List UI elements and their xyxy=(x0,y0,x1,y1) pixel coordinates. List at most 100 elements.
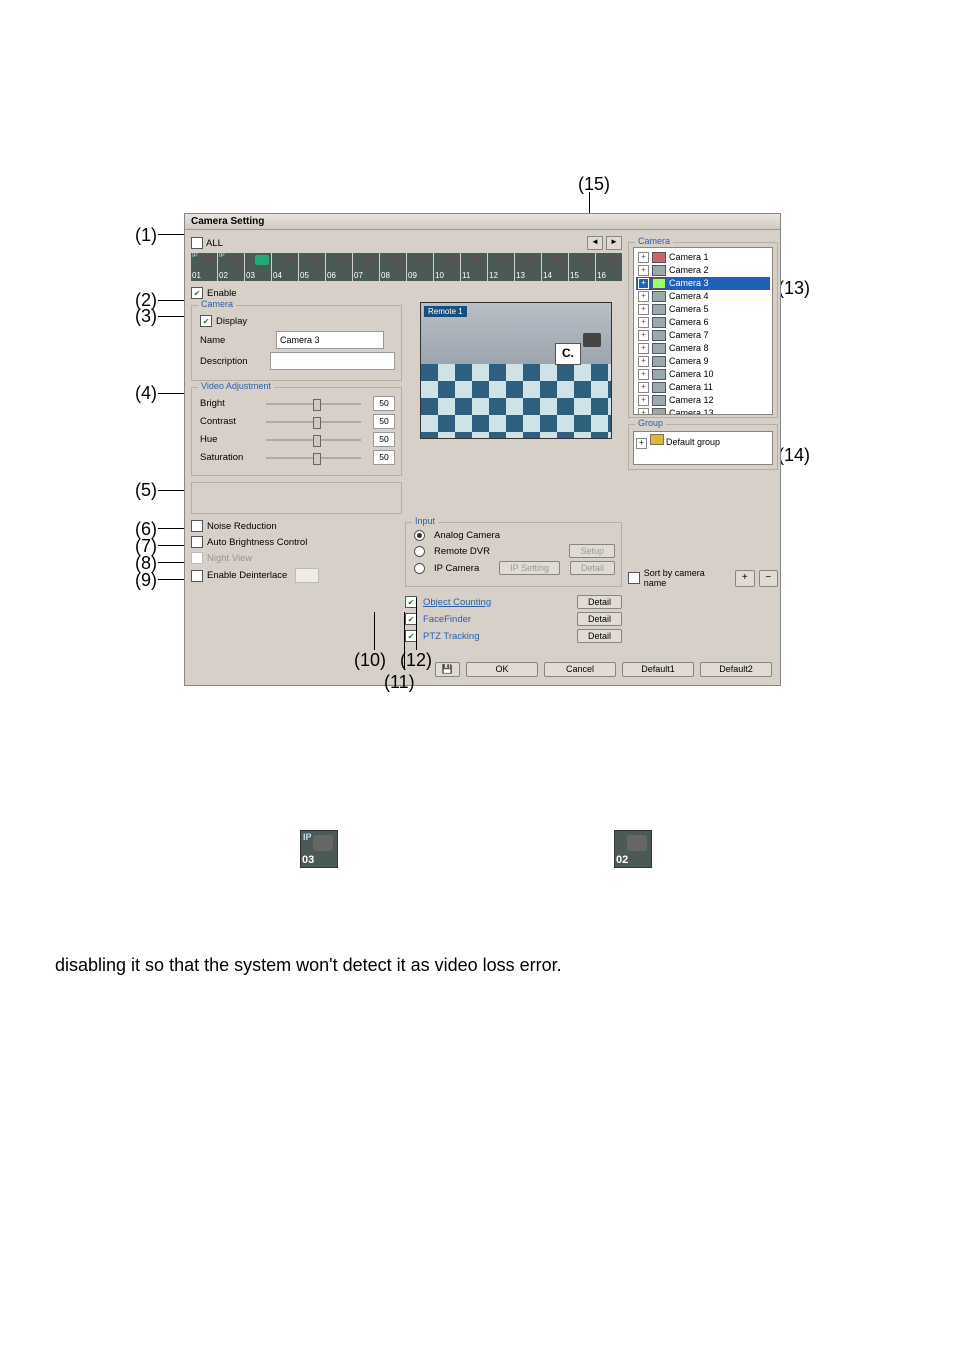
camera-thumb[interactable]: 16 xyxy=(596,253,622,281)
contrast-label: Contrast xyxy=(200,416,254,427)
snapshot-button[interactable]: 💾 xyxy=(435,662,460,677)
remotedvr-radio[interactable] xyxy=(414,546,425,557)
object-counting-label: Object Counting xyxy=(423,597,491,608)
name-label: Name xyxy=(200,335,270,346)
facefinder-detail-button[interactable]: Detail xyxy=(577,612,622,626)
camera-preview: Remote 1 C. xyxy=(420,302,612,439)
annotation-9: (9) xyxy=(135,570,157,591)
camera-thumb[interactable]: 09 xyxy=(407,253,433,281)
blank-group xyxy=(191,482,402,514)
preview-marker: C. xyxy=(555,343,581,365)
leader-line xyxy=(158,234,186,235)
camera-thumb[interactable]: 02 xyxy=(218,253,244,281)
ip-setting-button: IP Setting xyxy=(499,561,560,575)
bright-value: 50 xyxy=(373,396,395,411)
body-text: disabling it so that the system won't de… xyxy=(55,955,562,976)
group-panel: Group + Default group xyxy=(628,424,778,470)
hue-slider[interactable] xyxy=(266,439,361,441)
preview-label: Remote 1 xyxy=(424,306,467,317)
display-label: Display xyxy=(216,316,247,327)
saturation-slider[interactable] xyxy=(266,457,361,459)
camera-tree-group: Camera +Camera 1 +Camera 2 +Camera 3 +Ca… xyxy=(628,242,778,418)
big-icon-ip: 03 xyxy=(300,830,338,868)
camera-thumb[interactable]: 04 xyxy=(272,253,298,281)
input-title: Input xyxy=(412,516,438,526)
hue-value: 50 xyxy=(373,432,395,447)
bright-slider[interactable] xyxy=(266,403,361,405)
ip-detail-button: Detail xyxy=(570,561,615,575)
description-input[interactable] xyxy=(270,352,395,370)
auto-brightness-label: Auto Brightness Control xyxy=(207,537,307,548)
ipcamera-label: IP Camera xyxy=(434,563,479,574)
annotation-10: (10) xyxy=(354,650,386,671)
ipcamera-radio[interactable] xyxy=(414,563,425,574)
analog-label: Analog Camera xyxy=(434,530,500,541)
group-tree[interactable]: + Default group xyxy=(633,431,773,465)
camera-thumb[interactable]: 12 xyxy=(488,253,514,281)
camera-thumb[interactable]: 10 xyxy=(434,253,460,281)
camera-thumb[interactable]: 01 xyxy=(191,253,217,281)
default1-button[interactable]: Default1 xyxy=(622,662,694,677)
auto-brightness-checkbox[interactable] xyxy=(191,536,203,548)
remotedvr-label: Remote DVR xyxy=(434,546,490,557)
camera-thumb[interactable]: 05 xyxy=(299,253,325,281)
camera-thumb[interactable]: 14 xyxy=(542,253,568,281)
deinterlace-checkbox[interactable] xyxy=(191,570,203,582)
camera-tree-title: Camera xyxy=(635,236,673,246)
next-page-button[interactable]: ► xyxy=(606,236,622,250)
facefinder-label: FaceFinder xyxy=(423,614,471,625)
dialog-title: Camera Setting xyxy=(185,214,780,230)
camera-thumb[interactable]: 06 xyxy=(326,253,352,281)
enable-checkbox[interactable]: ✔ xyxy=(191,287,203,299)
ptz-tracking-detail-button[interactable]: Detail xyxy=(577,629,622,643)
camera-thumb[interactable]: 03 xyxy=(245,253,271,281)
contrast-slider[interactable] xyxy=(266,421,361,423)
camera-setting-dialog: Camera Setting ALL ◄ ► 01 02 03 04 05 06… xyxy=(184,213,781,686)
all-label: ALL xyxy=(206,238,223,249)
video-adjustment-title: Video Adjustment xyxy=(198,381,274,391)
camera-thumb[interactable]: 07 xyxy=(353,253,379,281)
camera-tree[interactable]: +Camera 1 +Camera 2 +Camera 3 +Camera 4 … xyxy=(633,247,773,415)
annotation-5: (5) xyxy=(135,480,157,501)
camera-thumb[interactable]: 13 xyxy=(515,253,541,281)
annotation-11: (11) xyxy=(384,672,415,693)
ok-button[interactable]: OK xyxy=(466,662,538,677)
deinterlace-value xyxy=(295,568,319,583)
leader-line xyxy=(416,598,417,650)
night-view-checkbox xyxy=(191,552,203,564)
noise-reduction-checkbox[interactable] xyxy=(191,520,203,532)
annotation-4: (4) xyxy=(135,383,157,404)
default2-button[interactable]: Default2 xyxy=(700,662,772,677)
object-counting-detail-button[interactable]: Detail xyxy=(577,595,622,609)
sort-checkbox[interactable] xyxy=(628,572,640,584)
enable-label: Enable xyxy=(207,288,237,299)
camera-group-title: Camera xyxy=(198,299,236,309)
ptz-tracking-label: PTZ Tracking xyxy=(423,631,480,642)
description-label: Description xyxy=(200,356,264,367)
analog-radio[interactable] xyxy=(414,530,425,541)
annotation-3: (3) xyxy=(135,306,157,327)
remove-group-button[interactable]: − xyxy=(759,570,778,587)
annotation-15: (15) xyxy=(578,174,610,195)
camera-thumb[interactable]: 11 xyxy=(461,253,487,281)
noise-reduction-label: Noise Reduction xyxy=(207,521,277,532)
video-adjustment-group: Video Adjustment Bright50 Contrast50 Hue… xyxy=(191,387,402,476)
contrast-value: 50 xyxy=(373,414,395,429)
input-group: Input Analog Camera Remote DVRSetup IP C… xyxy=(405,522,622,587)
all-checkbox[interactable] xyxy=(191,237,203,249)
display-checkbox[interactable]: ✔ xyxy=(200,315,212,327)
camera-group: Camera ✔ Display Name Description xyxy=(191,305,402,381)
camera-thumb[interactable]: 08 xyxy=(380,253,406,281)
prev-page-button[interactable]: ◄ xyxy=(587,236,603,250)
leader-line xyxy=(374,612,375,650)
night-view-label: Night View xyxy=(207,553,252,564)
camera-thumb-row: 01 02 03 04 05 06 07 08 09 10 11 12 13 1… xyxy=(191,253,622,281)
name-input[interactable] xyxy=(276,331,384,349)
deinterlace-label: Enable Deinterlace xyxy=(207,570,287,581)
cancel-button[interactable]: Cancel xyxy=(544,662,616,677)
camera-thumb[interactable]: 15 xyxy=(569,253,595,281)
annotation-1: (1) xyxy=(135,225,157,246)
add-group-button[interactable]: + xyxy=(735,570,754,587)
big-icon-cam: 02 xyxy=(614,830,652,868)
sort-label: Sort by camera name xyxy=(644,568,727,588)
